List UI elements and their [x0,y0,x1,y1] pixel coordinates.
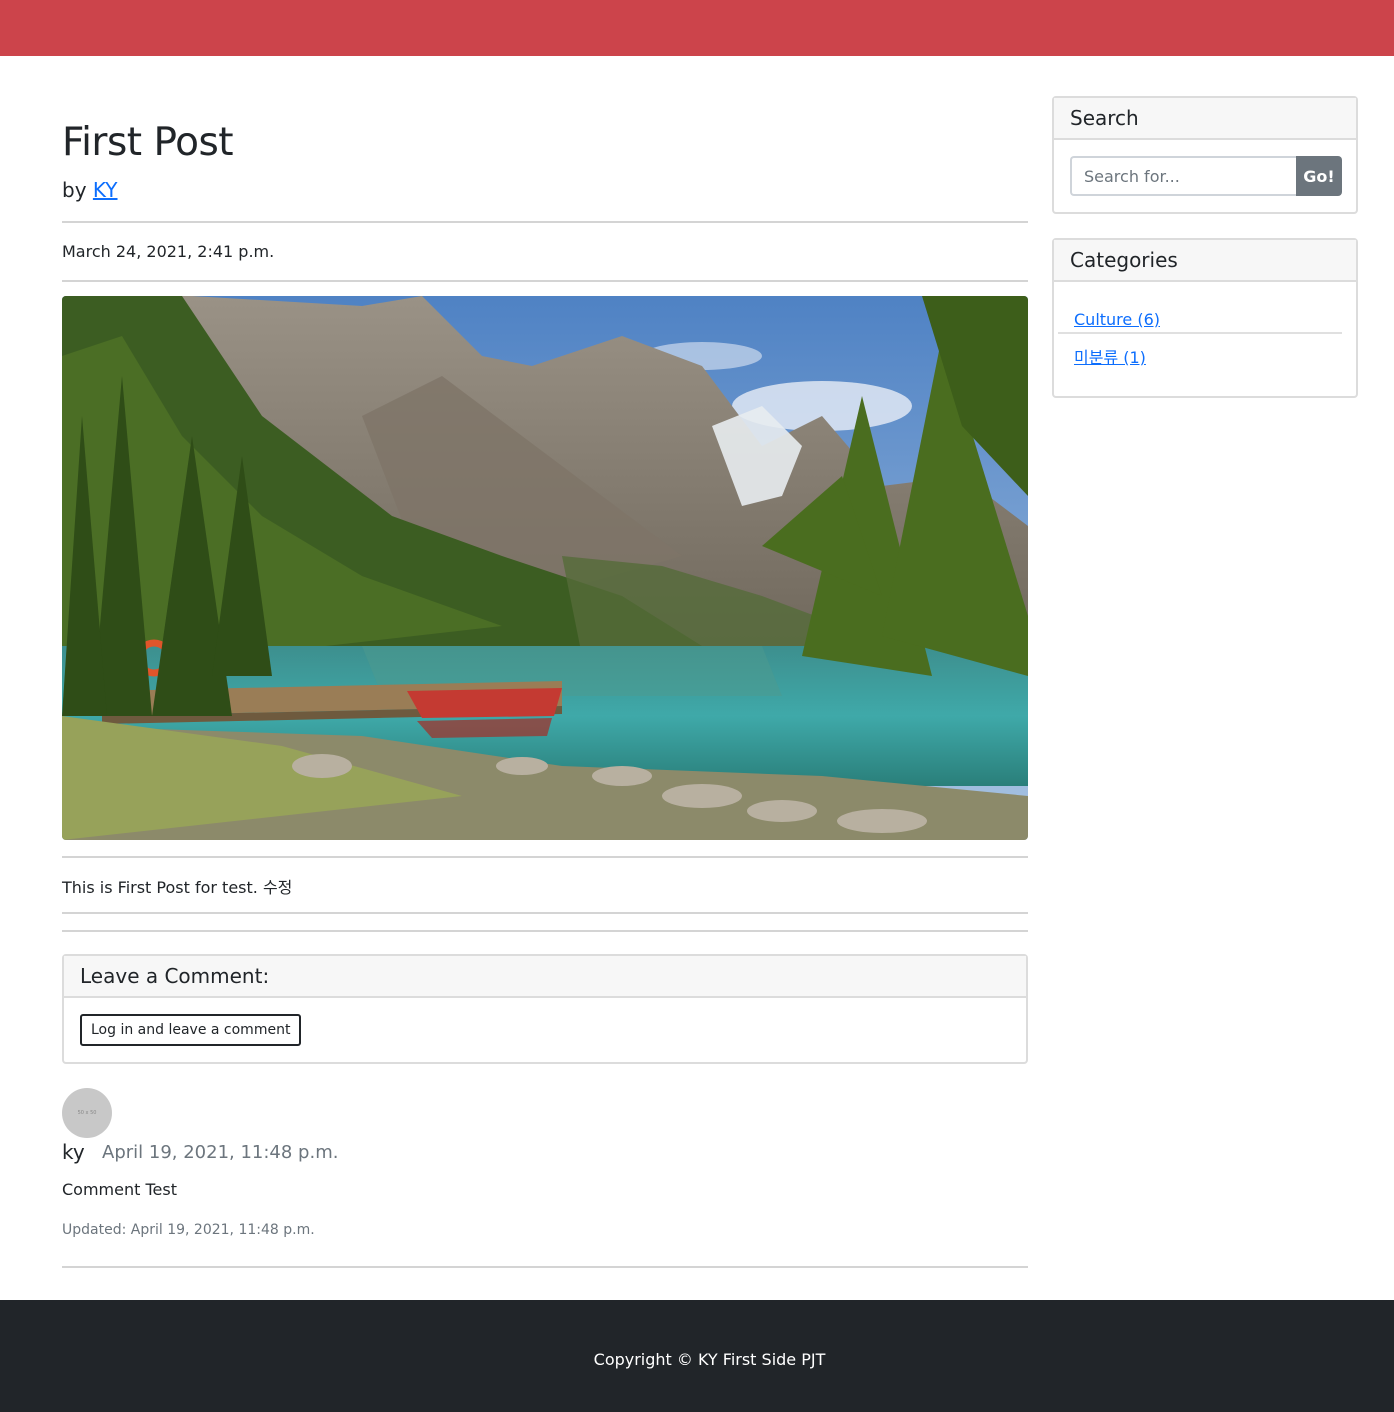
divider [62,912,1028,914]
comment-updated-at: Updated: April 19, 2021, 11:48 p.m. [62,1222,315,1238]
search-group: Go! [1070,156,1342,198]
category-item: Culture (6) [1058,298,1342,334]
search-widget-header: Search [1054,98,1356,140]
avatar-placeholder-label: 50 x 50 [77,1110,97,1116]
divider [62,221,1028,223]
category-item: 미분류 (1) [1058,334,1342,376]
search-input[interactable] [1070,156,1296,196]
categories-widget: Categories Culture (6) 미분류 (1) [1052,238,1358,398]
divider [62,280,1028,282]
comment-date: April 19, 2021, 11:48 p.m. [102,1142,339,1163]
post-content: This is First Post for test. 수정 [62,878,293,897]
byline-prefix: by [62,178,87,202]
search-widget: Search Go! [1052,96,1358,214]
category-link-uncategorized[interactable]: 미분류 (1) [1074,334,1146,368]
comment-avatar: 50 x 50 [62,1088,112,1138]
footer-copyright: Copyright © KY First Side PJT [593,1350,826,1369]
divider [62,930,1028,932]
comment-author: ky [62,1140,85,1164]
post-author-link[interactable]: KY [93,178,118,202]
category-list: Culture (6) 미분류 (1) [1058,298,1342,376]
search-go-button[interactable]: Go! [1296,156,1342,196]
comment-form-card: Leave a Comment: Log in and leave a comm… [62,954,1028,1064]
top-navbar [0,0,1394,56]
login-to-comment-button[interactable]: Log in and leave a comment [80,1014,302,1046]
post-head-image [62,296,1028,840]
post-date: March 24, 2021, 2:41 p.m. [62,242,275,261]
comment-form-header: Leave a Comment: [64,956,1026,998]
divider [62,1266,1028,1268]
divider [62,856,1028,858]
categories-widget-header: Categories [1054,240,1356,282]
category-link-culture[interactable]: Culture (6) [1074,298,1160,329]
post-title: First Post [62,120,234,165]
comment-text: Comment Test [62,1180,177,1199]
post-byline: by KY [62,178,118,202]
footer: Copyright © KY First Side PJT [0,1300,1394,1412]
